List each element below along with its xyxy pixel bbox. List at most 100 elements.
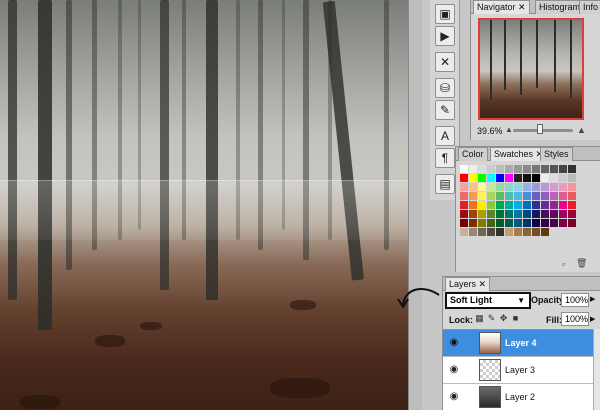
color-swatch[interactable] [514,174,522,182]
color-swatch[interactable] [505,165,513,173]
color-swatch[interactable] [478,174,486,182]
color-swatch[interactable] [568,165,576,173]
color-swatch[interactable] [568,210,576,218]
color-swatch[interactable] [559,210,567,218]
color-swatch[interactable] [541,228,549,236]
color-swatch[interactable] [487,192,495,200]
tab-layers[interactable]: Layers ✕ [445,277,491,291]
tab-color[interactable]: Color [458,147,488,161]
color-swatch[interactable] [550,183,558,191]
color-swatch[interactable] [505,174,513,182]
paragraph-icon[interactable]: ¶ [435,148,455,168]
color-swatch[interactable] [541,165,549,173]
color-swatch[interactable] [505,219,513,227]
visibility-eye-icon[interactable]: ◉ [447,391,461,403]
color-swatch[interactable] [505,210,513,218]
color-swatch[interactable] [460,192,468,200]
color-swatch[interactable] [514,192,522,200]
color-swatch[interactable] [532,201,540,209]
color-swatch[interactable] [550,165,558,173]
fill-input[interactable]: 100% [561,312,589,326]
color-swatch[interactable] [487,174,495,182]
color-swatch[interactable] [568,219,576,227]
clone-source-icon[interactable]: ⛁ [435,78,455,98]
color-swatch[interactable] [523,219,531,227]
canvas-scroll-edge[interactable] [408,0,422,410]
color-swatch[interactable] [514,165,522,173]
color-swatch[interactable] [496,201,504,209]
color-swatch[interactable] [532,210,540,218]
color-swatch[interactable] [469,219,477,227]
character-icon[interactable]: A [435,126,455,146]
color-swatch[interactable] [478,201,486,209]
color-swatch[interactable] [514,219,522,227]
color-swatch[interactable] [496,192,504,200]
color-swatch[interactable] [505,183,513,191]
color-swatch[interactable] [559,174,567,182]
brushes-icon[interactable]: ✎ [435,100,455,120]
layer-comps-icon[interactable]: ▤ [435,174,455,194]
color-swatch[interactable] [487,183,495,191]
color-swatch[interactable] [505,201,513,209]
tool-presets-icon[interactable]: ✕ [435,52,455,72]
new-swatch-icon[interactable]: ▫ [562,259,565,269]
color-swatch[interactable] [523,201,531,209]
color-swatch[interactable] [496,228,504,236]
color-swatch[interactable] [478,165,486,173]
layer-row-layer-3[interactable]: ◉ Layer 3 [443,357,593,384]
color-swatch[interactable] [532,165,540,173]
color-swatch[interactable] [523,228,531,236]
lock-position-icon[interactable]: ✥ [499,314,508,323]
color-swatch[interactable] [523,174,531,182]
color-swatch[interactable] [559,219,567,227]
color-swatch[interactable] [478,219,486,227]
layer-list-scrollbar[interactable] [593,329,600,410]
color-swatch[interactable] [478,228,486,236]
actions-panel-icon[interactable]: ▶ [435,26,455,46]
tab-navigator[interactable]: Navigator ✕ [473,0,530,14]
layer-row-layer-2[interactable]: ◉ Layer 2 [443,384,593,410]
color-swatch[interactable] [568,183,576,191]
color-swatch[interactable] [514,183,522,191]
color-swatch[interactable] [514,228,522,236]
color-swatch[interactable] [541,210,549,218]
color-swatch[interactable] [505,228,513,236]
color-swatch[interactable] [460,228,468,236]
color-swatch[interactable] [514,210,522,218]
color-swatch[interactable] [460,183,468,191]
color-swatch[interactable] [496,219,504,227]
color-swatch[interactable] [478,210,486,218]
zoom-slider-handle[interactable] [537,124,543,134]
color-swatch[interactable] [523,183,531,191]
zoom-in-icon[interactable]: ▲ [577,125,586,135]
color-swatch[interactable] [550,192,558,200]
color-swatch[interactable] [550,219,558,227]
color-swatch[interactable] [460,219,468,227]
color-swatch[interactable] [532,228,540,236]
color-swatch[interactable] [487,165,495,173]
color-swatch[interactable] [496,174,504,182]
color-swatch[interactable] [469,192,477,200]
color-swatch[interactable] [478,192,486,200]
trash-icon[interactable]: 🗑 [576,258,587,269]
color-swatch[interactable] [469,210,477,218]
color-swatch[interactable] [469,201,477,209]
color-swatch[interactable] [568,201,576,209]
color-swatch[interactable] [514,201,522,209]
lock-pixels-icon[interactable]: ✎ [487,314,496,323]
document-canvas[interactable] [0,0,408,410]
tab-info[interactable]: Info [579,0,600,14]
color-swatch[interactable] [532,183,540,191]
color-swatch[interactable] [541,183,549,191]
color-swatch[interactable] [559,201,567,209]
opacity-input[interactable]: 100% [561,293,589,307]
tab-histogram[interactable]: Histogram [535,0,585,14]
color-swatch[interactable] [550,174,558,182]
color-swatch[interactable] [559,165,567,173]
color-swatch[interactable] [487,219,495,227]
color-swatch[interactable] [541,174,549,182]
navigator-panel-icon[interactable]: ▣ [435,4,455,24]
color-swatch[interactable] [478,183,486,191]
color-swatch[interactable] [460,210,468,218]
color-swatch[interactable] [550,201,558,209]
